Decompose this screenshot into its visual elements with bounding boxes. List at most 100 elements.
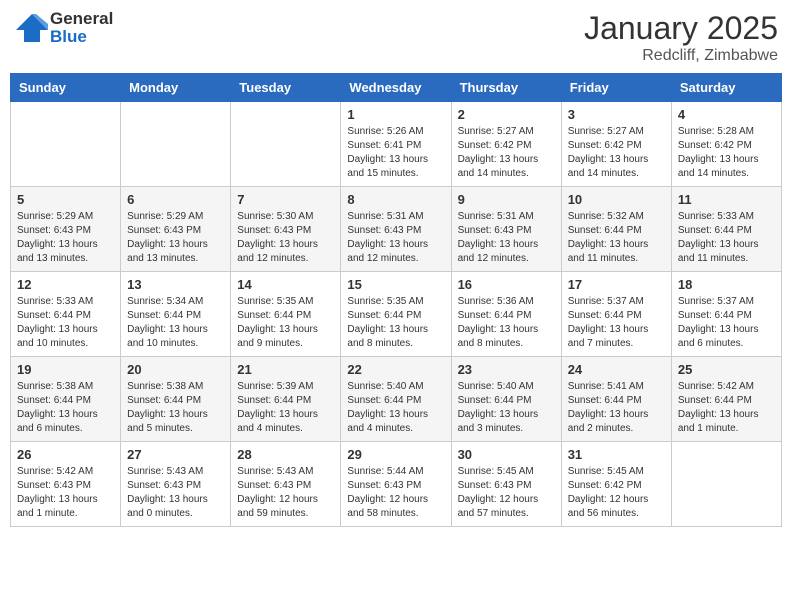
- col-header-monday: Monday: [121, 74, 231, 102]
- day-cell: 12 Sunrise: 5:33 AM Sunset: 6:44 PM Dayli…: [11, 272, 121, 357]
- day-number: 15: [347, 277, 444, 292]
- day-number: 26: [17, 447, 114, 462]
- logo-icon: [14, 10, 50, 46]
- day-number: 7: [237, 192, 334, 207]
- title-block: January 2025 Redcliff, Zimbabwe: [584, 10, 778, 65]
- day-number: 5: [17, 192, 114, 207]
- day-info: Sunrise: 5:40 AM Sunset: 6:44 PM Dayligh…: [458, 380, 555, 436]
- day-number: 2: [458, 107, 555, 122]
- day-cell: 7Sunrise: 5:30 AM Sunset: 6:43 PM Daylig…: [231, 187, 341, 272]
- day-cell: 21Sunrise: 5:39 AM Sunset: 6:44 PM Dayli…: [231, 357, 341, 442]
- day-number: 28: [237, 447, 334, 462]
- month-title: January 2025: [584, 10, 778, 47]
- day-info: Sunrise: 5:36 AM Sunset: 6:44 PM Dayligh…: [458, 295, 555, 351]
- day-number: 11: [678, 192, 775, 207]
- day-number: 31: [568, 447, 665, 462]
- day-cell: 5 Sunrise: 5:29 AM Sunset: 6:43 PM Daylig…: [11, 187, 121, 272]
- week-row-3: 19 Sunrise: 5:38 AM Sunset: 6:44 PM Dayli…: [11, 357, 782, 442]
- day-number: 25: [678, 362, 775, 377]
- day-info: Sunrise: 5:38 AM Sunset: 6:44 PM Dayligh…: [17, 380, 114, 436]
- day-cell: 17 Sunrise: 5:37 AM Sunset: 6:44 PM Dayli…: [561, 272, 671, 357]
- day-info: Sunrise: 5:32 AM Sunset: 6:44 PM Dayligh…: [568, 210, 665, 266]
- day-number: 24: [568, 362, 665, 377]
- logo-blue: Blue: [50, 27, 87, 46]
- day-info: Sunrise: 5:31 AM Sunset: 6:43 PM Dayligh…: [458, 210, 555, 266]
- day-cell: 30 Sunrise: 5:45 AM Sunset: 6:43 PM Dayli…: [451, 442, 561, 527]
- col-header-friday: Friday: [561, 74, 671, 102]
- day-cell: 28Sunrise: 5:43 AM Sunset: 6:43 PM Dayli…: [231, 442, 341, 527]
- page-header: General Blue January 2025 Redcliff, Zimb…: [10, 10, 782, 65]
- day-info: Sunrise: 5:37 AM Sunset: 6:44 PM Dayligh…: [678, 295, 775, 351]
- day-number: 16: [458, 277, 555, 292]
- day-info: Sunrise: 5:35 AM Sunset: 6:44 PM Dayligh…: [237, 295, 334, 351]
- day-cell: 6Sunrise: 5:29 AM Sunset: 6:43 PM Daylig…: [121, 187, 231, 272]
- day-cell: [121, 102, 231, 187]
- week-row-4: 26 Sunrise: 5:42 AM Sunset: 6:43 PM Dayli…: [11, 442, 782, 527]
- day-info: Sunrise: 5:27 AM Sunset: 6:42 PM Dayligh…: [568, 125, 665, 181]
- col-header-sunday: Sunday: [11, 74, 121, 102]
- day-info: Sunrise: 5:42 AM Sunset: 6:43 PM Dayligh…: [17, 465, 114, 521]
- day-info: Sunrise: 5:33 AM Sunset: 6:44 PM Dayligh…: [17, 295, 114, 351]
- day-cell: 13Sunrise: 5:34 AM Sunset: 6:44 PM Dayli…: [121, 272, 231, 357]
- day-number: 23: [458, 362, 555, 377]
- day-number: 17: [568, 277, 665, 292]
- calendar-header-row: SundayMondayTuesdayWednesdayThursdayFrid…: [11, 74, 782, 102]
- day-number: 27: [127, 447, 224, 462]
- day-info: Sunrise: 5:43 AM Sunset: 6:43 PM Dayligh…: [127, 465, 224, 521]
- col-header-saturday: Saturday: [671, 74, 781, 102]
- day-cell: 8 Sunrise: 5:31 AM Sunset: 6:43 PM Daylig…: [341, 187, 451, 272]
- day-cell: 15Sunrise: 5:35 AM Sunset: 6:44 PM Dayli…: [341, 272, 451, 357]
- day-info: Sunrise: 5:29 AM Sunset: 6:43 PM Dayligh…: [17, 210, 114, 266]
- day-info: Sunrise: 5:38 AM Sunset: 6:44 PM Dayligh…: [127, 380, 224, 436]
- day-cell: 23 Sunrise: 5:40 AM Sunset: 6:44 PM Dayli…: [451, 357, 561, 442]
- day-cell: 18 Sunrise: 5:37 AM Sunset: 6:44 PM Dayli…: [671, 272, 781, 357]
- day-cell: 9 Sunrise: 5:31 AM Sunset: 6:43 PM Daylig…: [451, 187, 561, 272]
- day-number: 29: [347, 447, 444, 462]
- day-number: 18: [678, 277, 775, 292]
- day-cell: 4Sunrise: 5:28 AM Sunset: 6:42 PM Daylig…: [671, 102, 781, 187]
- day-cell: 24 Sunrise: 5:41 AM Sunset: 6:44 PM Dayli…: [561, 357, 671, 442]
- day-info: Sunrise: 5:44 AM Sunset: 6:43 PM Dayligh…: [347, 465, 444, 521]
- week-row-1: 5 Sunrise: 5:29 AM Sunset: 6:43 PM Daylig…: [11, 187, 782, 272]
- day-cell: 3 Sunrise: 5:27 AM Sunset: 6:42 PM Daylig…: [561, 102, 671, 187]
- day-cell: [231, 102, 341, 187]
- day-info: Sunrise: 5:26 AM Sunset: 6:41 PM Dayligh…: [347, 125, 444, 181]
- logo-general: General: [50, 9, 113, 28]
- day-cell: 14Sunrise: 5:35 AM Sunset: 6:44 PM Dayli…: [231, 272, 341, 357]
- day-number: 30: [458, 447, 555, 462]
- day-cell: 16 Sunrise: 5:36 AM Sunset: 6:44 PM Dayli…: [451, 272, 561, 357]
- day-cell: 26 Sunrise: 5:42 AM Sunset: 6:43 PM Dayli…: [11, 442, 121, 527]
- day-info: Sunrise: 5:42 AM Sunset: 6:44 PM Dayligh…: [678, 380, 775, 436]
- day-info: Sunrise: 5:28 AM Sunset: 6:42 PM Dayligh…: [678, 125, 775, 181]
- day-cell: 31 Sunrise: 5:45 AM Sunset: 6:42 PM Dayli…: [561, 442, 671, 527]
- day-number: 20: [127, 362, 224, 377]
- logo: General Blue: [14, 10, 113, 46]
- day-number: 19: [17, 362, 114, 377]
- day-cell: 19 Sunrise: 5:38 AM Sunset: 6:44 PM Dayli…: [11, 357, 121, 442]
- day-info: Sunrise: 5:45 AM Sunset: 6:43 PM Dayligh…: [458, 465, 555, 521]
- day-info: Sunrise: 5:41 AM Sunset: 6:44 PM Dayligh…: [568, 380, 665, 436]
- day-info: Sunrise: 5:39 AM Sunset: 6:44 PM Dayligh…: [237, 380, 334, 436]
- day-number: 22: [347, 362, 444, 377]
- location-subtitle: Redcliff, Zimbabwe: [584, 47, 778, 65]
- day-number: 9: [458, 192, 555, 207]
- day-number: 8: [347, 192, 444, 207]
- day-number: 13: [127, 277, 224, 292]
- day-info: Sunrise: 5:33 AM Sunset: 6:44 PM Dayligh…: [678, 210, 775, 266]
- day-info: Sunrise: 5:27 AM Sunset: 6:42 PM Dayligh…: [458, 125, 555, 181]
- day-cell: 20 Sunrise: 5:38 AM Sunset: 6:44 PM Dayli…: [121, 357, 231, 442]
- day-cell: [671, 442, 781, 527]
- day-info: Sunrise: 5:29 AM Sunset: 6:43 PM Dayligh…: [127, 210, 224, 266]
- day-cell: 22 Sunrise: 5:40 AM Sunset: 6:44 PM Dayli…: [341, 357, 451, 442]
- day-number: 12: [17, 277, 114, 292]
- day-cell: [11, 102, 121, 187]
- day-cell: 29 Sunrise: 5:44 AM Sunset: 6:43 PM Dayli…: [341, 442, 451, 527]
- day-cell: 2 Sunrise: 5:27 AM Sunset: 6:42 PM Daylig…: [451, 102, 561, 187]
- day-info: Sunrise: 5:37 AM Sunset: 6:44 PM Dayligh…: [568, 295, 665, 351]
- day-number: 3: [568, 107, 665, 122]
- day-info: Sunrise: 5:31 AM Sunset: 6:43 PM Dayligh…: [347, 210, 444, 266]
- day-info: Sunrise: 5:45 AM Sunset: 6:42 PM Dayligh…: [568, 465, 665, 521]
- day-info: Sunrise: 5:40 AM Sunset: 6:44 PM Dayligh…: [347, 380, 444, 436]
- week-row-0: 1Sunrise: 5:26 AM Sunset: 6:41 PM Daylig…: [11, 102, 782, 187]
- day-cell: 1Sunrise: 5:26 AM Sunset: 6:41 PM Daylig…: [341, 102, 451, 187]
